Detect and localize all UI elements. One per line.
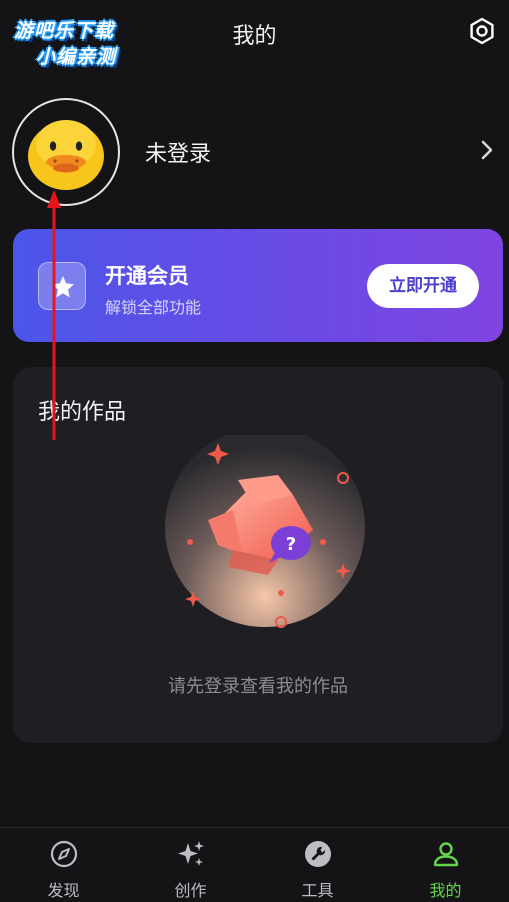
- tab-label: 发现: [47, 881, 80, 900]
- watermark-line-2: 小编亲测: [36, 46, 117, 68]
- vip-subtitle: 解锁全部功能: [105, 298, 202, 317]
- tab-label: 创作: [174, 881, 207, 900]
- empty-works-illustration: ?: [163, 427, 368, 630]
- bottom-tab-bar: 发现 创作 工具 我的: [0, 827, 509, 902]
- tab-create[interactable]: 创作: [127, 828, 254, 902]
- user-icon: [433, 842, 458, 867]
- wrench-icon: [304, 841, 331, 867]
- svg-text:?: ?: [286, 534, 296, 555]
- avatar[interactable]: [12, 98, 120, 206]
- gear-icon: [470, 17, 494, 45]
- vip-banner[interactable]: 开通会员 解锁全部功能 立即开通: [13, 229, 503, 342]
- tab-mine[interactable]: 我的: [382, 828, 509, 902]
- tab-discover[interactable]: 发现: [0, 828, 127, 902]
- watermark-line-1: 游吧乐下载: [14, 20, 115, 42]
- tab-label: 我的: [429, 881, 462, 900]
- duck-avatar-icon: [28, 120, 104, 190]
- watermark-logo: 游吧乐下载 小编亲测: [8, 8, 148, 68]
- annotation-arrow-icon: [47, 190, 61, 440]
- tab-tools[interactable]: 工具: [254, 828, 381, 902]
- activate-vip-button[interactable]: 立即开通: [367, 264, 479, 308]
- sparkle-icon: [177, 841, 204, 866]
- tab-label: 工具: [301, 881, 334, 900]
- works-empty-message: 请先登录查看我的作品: [168, 676, 348, 697]
- vip-title: 开通会员: [105, 264, 189, 288]
- profile-row[interactable]: 未登录: [0, 96, 509, 206]
- login-status[interactable]: 未登录: [145, 136, 211, 168]
- my-works-section: 我的作品 ? 请先登录查看我的作品: [13, 367, 503, 743]
- chevron-right-icon[interactable]: [479, 138, 495, 162]
- compass-icon: [50, 840, 77, 868]
- settings-button[interactable]: [467, 16, 497, 46]
